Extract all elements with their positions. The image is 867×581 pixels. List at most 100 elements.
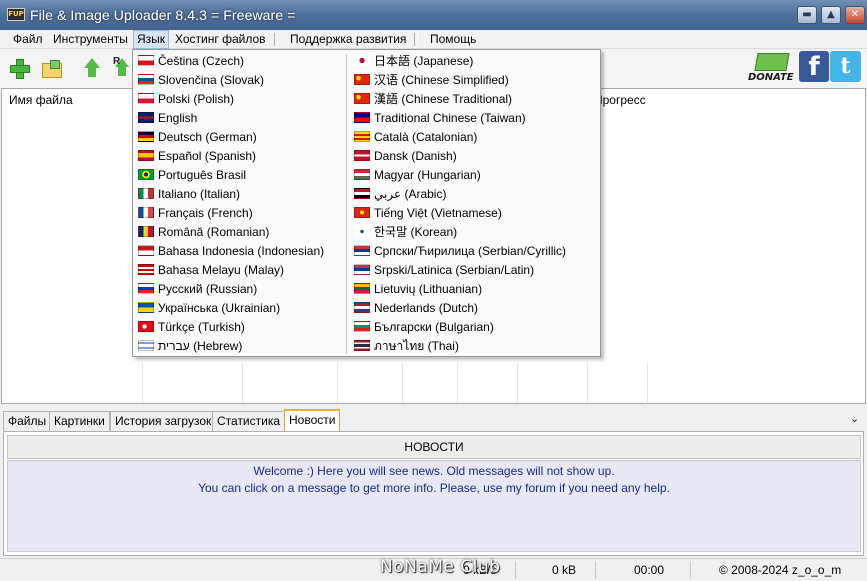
news-message[interactable]: You can click on a message to get more i…	[8, 481, 860, 495]
language-item-lithuanian[interactable]: Lietuvių (Lithuanian)	[354, 280, 482, 299]
language-item-malay[interactable]: Bahasa Melayu (Malay)	[138, 261, 284, 280]
column-divider	[337, 363, 338, 403]
language-label: Italiano (Italian)	[158, 187, 241, 201]
language-item-japanese[interactable]: 日本語 (Japanese)	[354, 52, 473, 71]
language-item-french[interactable]: Français (French)	[138, 204, 253, 223]
language-item-serbian-cyrillic[interactable]: Српски/Ћирилица (Serbian/Cyrillic)	[354, 242, 566, 261]
close-button[interactable]: ✕	[845, 6, 865, 24]
language-label: Slovenčina (Slovak)	[158, 73, 265, 87]
column-divider	[142, 363, 143, 403]
language-menu: Čeština (Czech) Slovenčina (Slovak) Pols…	[132, 49, 601, 357]
language-item-chinese-traditional[interactable]: 漢語 (Chinese Traditional)	[354, 90, 512, 109]
language-label: Tiếng Việt (Vietnamese)	[374, 206, 502, 220]
tab-upload-history[interactable]: История загрузок	[110, 411, 217, 431]
language-item-thai[interactable]: ภาษาไทย (Thai)	[354, 337, 459, 356]
language-label: 日本語 (Japanese)	[374, 54, 474, 68]
menu-bar: Файл Инструменты Язык Хостинг файлов Под…	[0, 30, 867, 49]
language-item-dutch[interactable]: Nederlands (Dutch)	[354, 299, 478, 318]
language-item-serbian-latin[interactable]: Srpski/Latinica (Serbian/Latin)	[354, 261, 534, 280]
language-item-vietnamese[interactable]: Tiếng Việt (Vietnamese)	[354, 204, 502, 223]
malaysian-flag-icon	[138, 264, 154, 275]
status-separator	[515, 561, 516, 579]
language-item-taiwan[interactable]: Traditional Chinese (Taiwan)	[354, 109, 526, 128]
language-item-czech[interactable]: Čeština (Czech)	[138, 52, 244, 71]
language-label: Lietuvių (Lithuanian)	[374, 282, 483, 296]
serbian-flag-icon	[354, 264, 370, 275]
language-item-hebrew[interactable]: עברית (Hebrew)	[138, 337, 242, 356]
language-label: 漢語 (Chinese Traditional)	[374, 92, 513, 106]
thai-flag-icon	[354, 340, 370, 351]
language-label: Čeština (Czech)	[158, 54, 245, 68]
language-label: English	[158, 111, 198, 125]
tab-images[interactable]: Картинки	[49, 411, 110, 431]
romanian-flag-icon	[138, 226, 154, 237]
language-item-danish[interactable]: Dansk (Danish)	[354, 147, 457, 166]
menu-file-hosting[interactable]: Хостинг файлов	[174, 32, 267, 46]
catalan-flag-icon	[354, 131, 370, 142]
language-item-italian[interactable]: Italiano (Italian)	[138, 185, 240, 204]
column-divider	[647, 363, 648, 403]
language-item-spanish[interactable]: Español (Spanish)	[138, 147, 256, 166]
upload-remote-icon[interactable]: R	[113, 56, 133, 78]
language-item-chinese-simplified[interactable]: 汉语 (Chinese Simplified)	[354, 71, 509, 90]
donate-label: DONATE	[748, 72, 794, 83]
tab-strip: Файлы Картинки История загрузок Статисти…	[0, 409, 867, 431]
menu-help[interactable]: Помощь	[429, 32, 477, 46]
japanese-flag-icon	[354, 55, 370, 66]
language-item-catalan[interactable]: Català (Catalonian)	[354, 128, 477, 147]
language-item-hungarian[interactable]: Magyar (Hungarian)	[354, 166, 481, 185]
israeli-flag-icon	[138, 340, 154, 351]
news-header[interactable]: НОВОСТИ	[7, 435, 861, 459]
add-files-icon[interactable]	[9, 58, 30, 79]
language-item-arabic[interactable]: عربي (Arabic)	[354, 185, 446, 204]
money-icon	[754, 53, 790, 71]
language-item-russian[interactable]: Русский (Russian)	[138, 280, 257, 299]
twitter-icon[interactable]: t	[830, 51, 861, 82]
upload-remote-label: R	[113, 56, 121, 67]
language-item-turkish[interactable]: Türkçe (Turkish)	[138, 318, 245, 337]
add-folder-icon[interactable]	[41, 58, 62, 78]
menu-file[interactable]: Файл	[12, 32, 44, 46]
column-divider	[242, 363, 243, 403]
upload-icon[interactable]	[82, 58, 102, 78]
news-body: Welcome :) Here you will see news. Old m…	[7, 460, 861, 552]
menu-tools[interactable]: Инструменты	[52, 32, 129, 46]
minimize-button[interactable]: ▬	[797, 6, 817, 24]
language-label: Traditional Chinese (Taiwan)	[374, 111, 526, 125]
language-item-german[interactable]: Deutsch (German)	[138, 128, 257, 147]
menu-support[interactable]: Поддержка развития	[289, 32, 407, 46]
maximize-button[interactable]: ▲	[821, 6, 841, 24]
polish-flag-icon	[138, 93, 154, 104]
language-label: Deutsch (German)	[158, 130, 257, 144]
status-time: 00:00	[634, 563, 665, 577]
news-message[interactable]: Welcome :) Here you will see news. Old m…	[8, 464, 860, 478]
slovak-flag-icon	[138, 74, 154, 85]
korean-flag-icon	[354, 226, 370, 237]
language-item-slovak[interactable]: Slovenčina (Slovak)	[138, 71, 264, 90]
italian-flag-icon	[138, 188, 154, 199]
language-item-english[interactable]: English	[138, 109, 197, 128]
language-item-korean[interactable]: 한국말 (Korean)	[354, 223, 457, 242]
tab-statistics[interactable]: Статистика	[212, 411, 286, 431]
column-progress[interactable]: Прогресс	[594, 93, 646, 107]
facebook-icon[interactable]: f	[799, 51, 829, 82]
language-label: Русский (Russian)	[158, 282, 258, 296]
watermark: NoNaMe Club	[380, 557, 501, 577]
tab-files[interactable]: Файлы	[3, 411, 52, 431]
tab-news[interactable]: Новости	[284, 409, 341, 431]
russian-flag-icon	[138, 283, 154, 294]
language-item-ukrainian[interactable]: Українська (Ukrainian)	[138, 299, 280, 318]
language-item-indonesian[interactable]: Bahasa Indonesia (Indonesian)	[138, 242, 324, 261]
language-label: Srpski/Latinica (Serbian/Latin)	[374, 263, 535, 277]
menu-language[interactable]: Язык	[133, 30, 170, 49]
bulgarian-flag-icon	[354, 321, 370, 332]
language-item-romanian[interactable]: Română (Romanian)	[138, 223, 269, 242]
column-filename[interactable]: Имя файла	[9, 93, 73, 107]
danish-flag-icon	[354, 150, 370, 161]
language-item-polish[interactable]: Polski (Polish)	[138, 90, 234, 109]
donate-button[interactable]: DONATE	[748, 53, 798, 83]
collapse-panel-icon[interactable]: ⌄	[850, 412, 859, 425]
language-item-portuguese-brazil[interactable]: Português Brasil	[138, 166, 246, 185]
language-item-bulgarian[interactable]: Български (Bulgarian)	[354, 318, 494, 337]
language-label: Català (Catalonian)	[374, 130, 478, 144]
